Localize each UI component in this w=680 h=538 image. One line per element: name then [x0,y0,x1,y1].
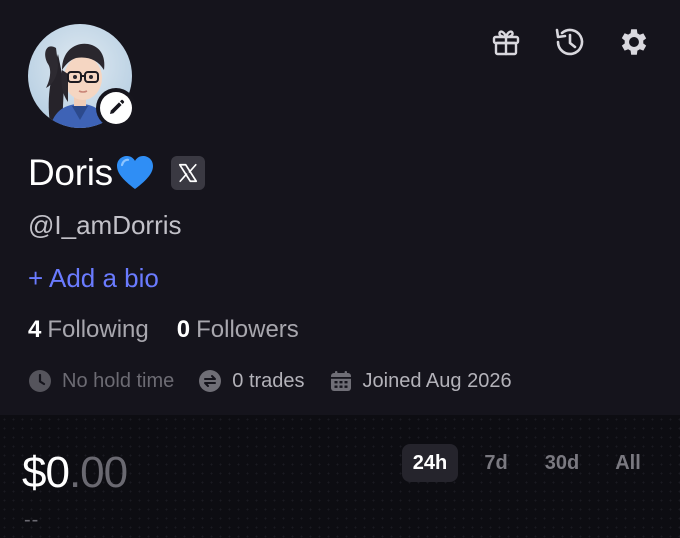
add-bio-link[interactable]: + Add a bio [28,263,159,294]
history-icon[interactable] [552,24,588,60]
name-row: Doris [28,152,205,194]
calendar-icon [330,371,351,391]
hold-time-item: No hold time [28,369,174,393]
followers-count: 0 [176,316,191,343]
follow-stats: 4 Following 0 Followers [28,316,299,344]
following-count: 4 [28,316,42,343]
timeframe-tabs: 24h 7d 30d All [402,444,656,482]
joined-text: Joined Aug 2026 [362,369,512,392]
trades-text: 0 trades [232,369,305,392]
balance-cents: .00 [68,448,128,497]
profile-meta: No hold time 0 trades Joined Aug 2026 [28,369,536,393]
followers-stat[interactable]: 0 Followers [177,316,299,344]
header-actions [488,24,652,60]
username-handle: @I_amDorris [28,210,182,240]
blue-heart-icon [115,155,155,191]
settings-gear-icon[interactable] [616,24,652,60]
balance-main: $0 [22,448,70,497]
tab-all[interactable]: All [600,444,656,482]
gift-icon[interactable] [488,24,524,60]
tab-30d[interactable]: 30d [534,444,590,482]
balance-change: -- [24,509,40,531]
x-social-link[interactable] [170,156,205,190]
followers-label: Followers [196,316,299,343]
tab-24h[interactable]: 24h [402,444,458,482]
clock-icon [29,370,51,392]
display-name: Doris [28,152,113,193]
hold-time-text: No hold time [62,369,175,392]
swap-icon [199,370,222,392]
portfolio-balance: $0.00 [22,448,128,498]
avatar-container [28,24,136,130]
edit-avatar-button[interactable] [96,88,136,128]
following-stat[interactable]: 4 Following [28,316,149,344]
joined-item: Joined Aug 2026 [329,369,512,393]
trades-item: 0 trades [198,369,305,393]
x-logo-icon [178,163,197,183]
tab-7d[interactable]: 7d [468,444,524,482]
following-label: Following [47,316,149,343]
